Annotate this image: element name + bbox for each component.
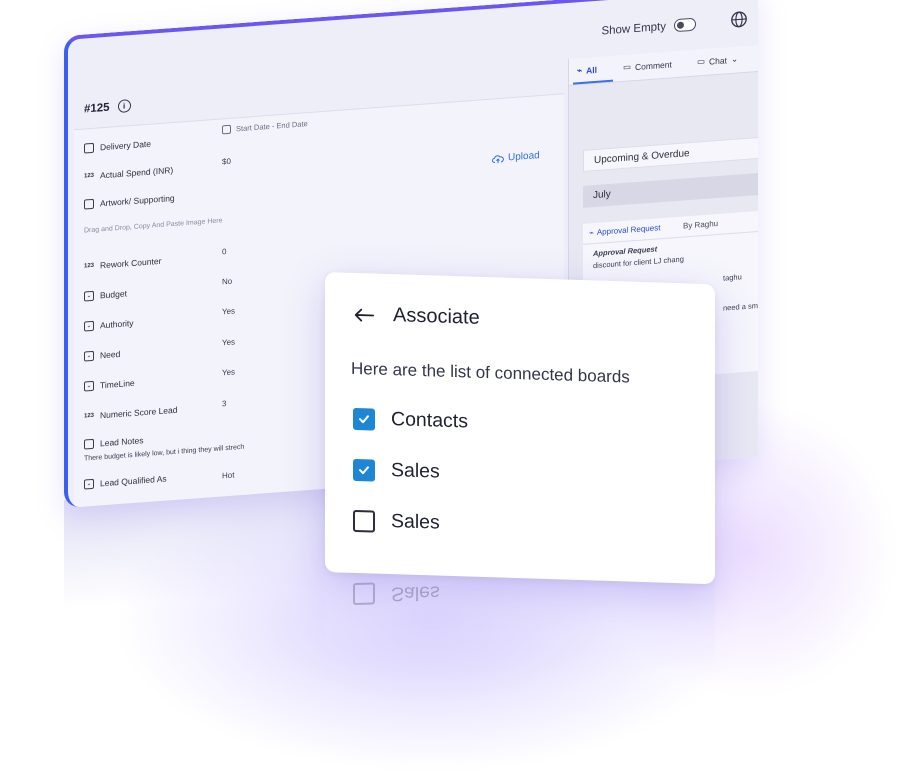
need-value[interactable]: Yes [222, 337, 235, 347]
checkbox-checked[interactable] [353, 407, 375, 431]
calendar-icon [84, 142, 94, 154]
active-tab-indicator [573, 79, 613, 85]
field-timeline: ⌄ TimeLine [84, 378, 135, 392]
card-header: ⌁ Approval Request By Raghu [583, 210, 758, 245]
field-artwork: Artwork/ Supporting [84, 193, 175, 210]
globe-icon[interactable] [730, 10, 748, 29]
month-header[interactable]: July [583, 172, 758, 208]
chevron-down-icon: ⌄ [731, 53, 739, 65]
card-text-2: taghu [723, 272, 742, 283]
card-text-3: need a sm [723, 301, 758, 313]
tab-chat[interactable]: ▭ Chat ⌄ [697, 53, 738, 67]
rework-counter-value[interactable]: 0 [222, 247, 226, 256]
field-authority: ⌄ Authority [84, 318, 134, 332]
number-icon: 123 [84, 412, 95, 420]
numeric-score-value[interactable]: 3 [222, 399, 226, 408]
actual-spend-value[interactable]: $0 [222, 157, 231, 167]
lead-qualified-value[interactable]: Hot [222, 470, 234, 480]
dropdown-icon: ⌄ [84, 320, 94, 332]
associate-dialog: Associate Here are the list of connected… [325, 272, 715, 585]
ticket-id: #125 [84, 101, 110, 116]
card-author: By Raghu [683, 218, 719, 231]
show-empty-label: Show Empty [601, 20, 666, 38]
option-label: Sales [391, 510, 440, 534]
approval-request-tag: ⌁ Approval Request [589, 223, 661, 238]
budget-value[interactable]: No [222, 277, 232, 287]
upcoming-overdue-header[interactable]: Upcoming & Overdue [583, 136, 758, 172]
checkbox-checked[interactable] [353, 458, 375, 482]
tab-comment[interactable]: ▭ Comment [623, 58, 672, 73]
board-option-sales-2[interactable]: Sales [353, 509, 440, 535]
info-icon[interactable]: i [117, 99, 131, 114]
board-option-sales-1[interactable]: Sales [353, 458, 440, 484]
checkbox-unchecked[interactable] [353, 509, 375, 533]
dropdown-icon: ⌄ [84, 290, 94, 302]
reflection-label: Sales [391, 581, 440, 605]
timeline-value[interactable]: Yes [222, 367, 235, 377]
image-icon [84, 198, 94, 210]
arrow-left-icon[interactable] [353, 306, 375, 323]
dropdown-icon: ⌄ [84, 478, 94, 490]
number-icon: 123 [84, 262, 95, 270]
reflection-checkbox [353, 582, 375, 606]
option-label: Contacts [391, 408, 468, 433]
check-icon [359, 414, 369, 423]
dropdown-icon: ⌄ [84, 380, 94, 392]
show-empty-toggle[interactable]: Show Empty [601, 17, 696, 38]
check-icon [359, 465, 369, 474]
field-rework-counter: 123 Rework Counter [84, 255, 162, 271]
field-lead-notes: Lead Notes [84, 435, 143, 450]
field-delivery-date: Delivery Date [84, 139, 151, 154]
delivery-date-value[interactable]: Start Date - End Date [222, 119, 308, 135]
notes-icon [84, 438, 94, 450]
board-option-contacts[interactable]: Contacts [353, 407, 468, 434]
calendar-icon [222, 124, 231, 135]
field-budget: ⌄ Budget [84, 288, 127, 302]
comment-icon: ▭ [623, 61, 632, 72]
activity-icon: ⌁ [589, 228, 594, 238]
option-label: Sales [391, 459, 440, 483]
toggle-switch[interactable] [674, 17, 696, 33]
field-lead-qualified: ⌄ Lead Qualified As [84, 473, 167, 490]
tab-all[interactable]: ⌁ All [577, 64, 597, 76]
upload-button[interactable]: Upload [492, 150, 540, 165]
field-actual-spend: 123 Actual Spend (INR) [84, 164, 174, 181]
field-need: ⌄ Need [84, 349, 120, 362]
number-icon: 123 [84, 172, 95, 180]
artwork-dropzone-hint[interactable]: Drag and Drop, Copy And Paste Image Here [84, 217, 223, 234]
ticket-header: #125 i [84, 99, 131, 115]
dialog-header: Associate [353, 303, 480, 330]
reflection-option: Sales [353, 580, 440, 606]
field-numeric-score: 123 Numeric Score Lead [84, 404, 178, 421]
cloud-upload-icon [492, 154, 504, 163]
activity-icon: ⌁ [577, 64, 583, 76]
chat-icon: ▭ [697, 55, 706, 67]
dialog-subtitle: Here are the list of connected boards [351, 358, 630, 387]
authority-value[interactable]: Yes [222, 306, 235, 316]
dialog-title: Associate [393, 304, 480, 329]
dropdown-icon: ⌄ [84, 350, 94, 362]
